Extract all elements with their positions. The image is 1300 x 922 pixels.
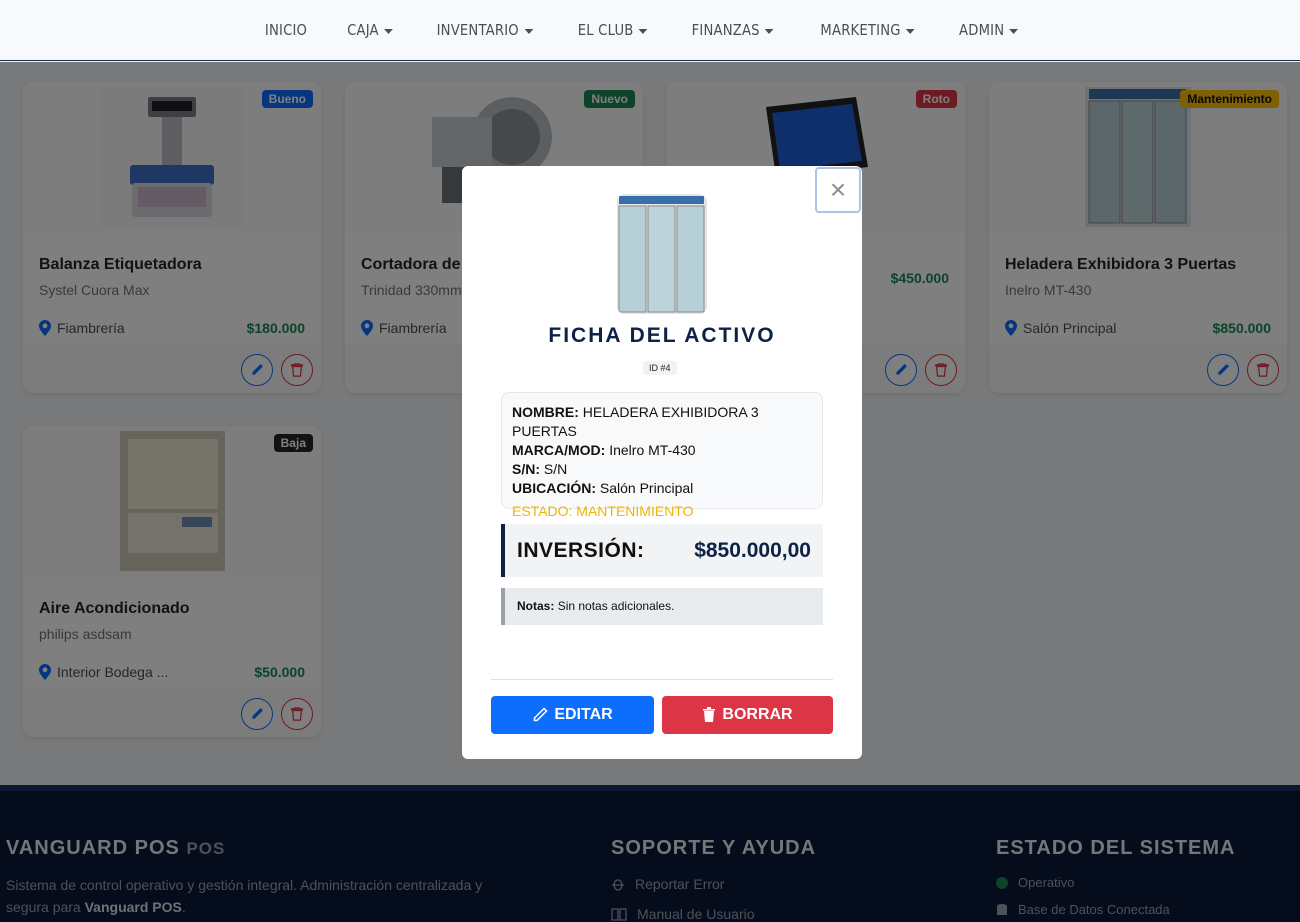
field-value: Salón Principal (599, 480, 694, 496)
button-label: BORRAR (722, 706, 793, 723)
info-row-nombre: NOMBRE: HELADERA EXHIBIDORA 3 PUERTAS (512, 403, 812, 441)
top-navbar: INICIO CAJA INVENTARIO EL CLUB FINANZAS … (0, 0, 1300, 61)
field-label: S/N: (512, 461, 540, 477)
nav-item-inventario[interactable]: INVENTARIO (421, 21, 547, 39)
investment-label: INVERSIÓN: (517, 538, 645, 562)
nav-item-finanzas[interactable]: FINANZAS (677, 21, 789, 39)
investment-box: INVERSIÓN: $850.000,00 (501, 524, 823, 577)
info-row-ubicacion: UBICACIÓN: Salón Principal (512, 479, 812, 498)
info-row-marca: MARCA/MOD: Inelro MT-430 (512, 441, 812, 460)
nav-item-el-club[interactable]: EL CLUB (563, 21, 663, 39)
nav-label: CAJA (346, 21, 379, 39)
nav-label: INICIO (264, 21, 307, 39)
field-label: NOMBRE: (512, 404, 579, 420)
field-label: MARCA/MOD: (512, 442, 606, 458)
nav-item-caja[interactable]: CAJA (332, 21, 408, 39)
close-icon: × (829, 174, 847, 205)
notes-value: Sin notas adicionales. (557, 599, 675, 613)
nav-list: INICIO CAJA INVENTARIO EL CLUB FINANZAS … (245, 21, 1040, 39)
delete-asset-button[interactable]: BORRAR (662, 696, 833, 734)
nav-item-admin[interactable]: ADMIN (944, 21, 1033, 39)
edit-asset-button[interactable]: EDITAR (491, 696, 654, 734)
nav-item-marketing[interactable]: MARKETING (805, 21, 929, 39)
asset-info-box: NOMBRE: HELADERA EXHIBIDORA 3 PUERTAS MA… (501, 392, 823, 519)
field-label: UBICACIÓN: (512, 480, 596, 496)
chevron-down-icon (383, 28, 393, 34)
chevron-down-icon (905, 28, 915, 34)
chevron-down-icon (638, 28, 648, 34)
asset-id-badge: ID #4 (643, 361, 677, 375)
investment-value: $850.000,00 (694, 538, 811, 562)
trash-icon (703, 707, 716, 722)
nav-label: ADMIN (959, 21, 1005, 39)
close-button[interactable]: × (815, 167, 861, 213)
asset-photo (617, 194, 707, 314)
modal-divider (491, 679, 833, 680)
nav-label: INVENTARIO (436, 21, 519, 39)
asset-status: ESTADO: MANTENIMIENTO (512, 503, 694, 519)
chevron-down-icon (523, 28, 533, 34)
nav-item-inicio[interactable]: INICIO (249, 21, 321, 39)
modal-title: FICHA DEL ACTIVO (548, 324, 776, 347)
pencil-icon (534, 707, 548, 722)
button-label: EDITAR (554, 706, 613, 723)
notes-box: Notas: Sin notas adicionales. (501, 588, 823, 625)
field-value: Inelro MT-430 (609, 442, 696, 458)
chevron-down-icon (765, 28, 775, 34)
asset-detail-modal: × FICHA DEL ACTIVO ID #4 NOMBRE: HELADER… (462, 166, 862, 759)
chevron-down-icon (1009, 28, 1019, 34)
info-row-sn: S/N: S/N (512, 460, 812, 479)
field-value: S/N (543, 461, 568, 477)
notes-label: Notas: (517, 599, 555, 613)
nav-label: MARKETING (820, 21, 901, 39)
nav-label: FINANZAS (692, 21, 761, 39)
nav-label: EL CLUB (577, 21, 634, 39)
